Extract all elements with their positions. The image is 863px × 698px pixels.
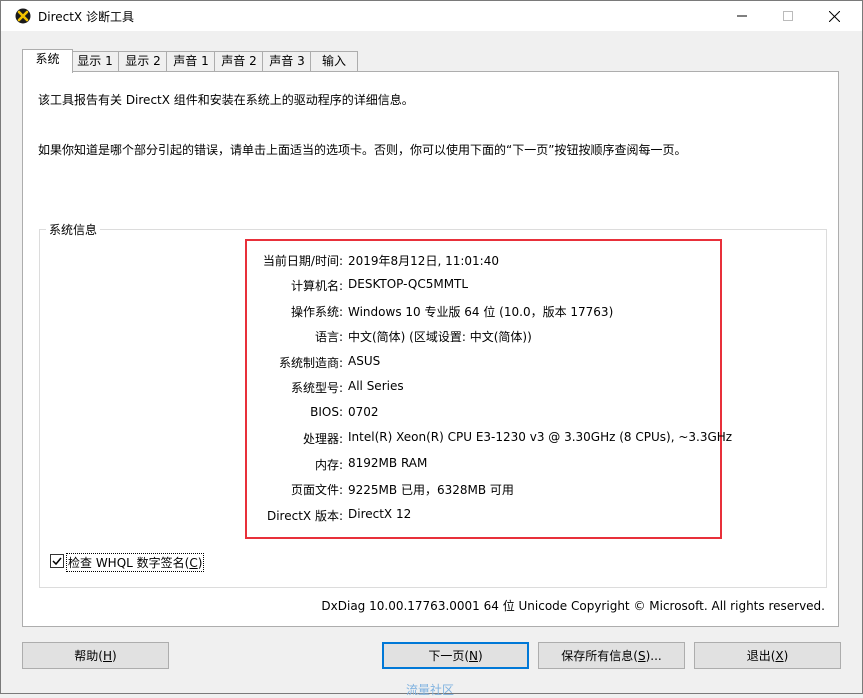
title-bar[interactable]: DirectX 诊断工具 <box>1 1 862 31</box>
window-title: DirectX 诊断工具 <box>38 10 134 24</box>
tab-sound-2[interactable]: 声音 2 <box>214 51 264 72</box>
directx-app-icon <box>15 8 31 24</box>
info-value: Windows 10 专业版 64 位 (10.0，版本 17763) <box>348 305 614 319</box>
system-tab-panel: 该工具报告有关 DirectX 组件和安装在系统上的驱动程序的详细信息。 如果你… <box>22 71 839 627</box>
save-all-info-button[interactable]: 保存所有信息(S)... <box>538 642 685 669</box>
minimize-icon <box>737 15 747 17</box>
info-label: 操作系统: <box>290 305 343 319</box>
tab-sound-3[interactable]: 声音 3 <box>262 51 312 72</box>
info-label: 语言: <box>314 330 343 344</box>
system-info-group-label: 系统信息 <box>46 221 101 238</box>
maximize-button[interactable] <box>765 1 811 31</box>
close-button[interactable] <box>811 1 857 31</box>
info-label: 内存: <box>314 458 343 472</box>
info-label: DirectX 版本: <box>266 509 343 523</box>
close-icon <box>828 10 840 22</box>
info-value: 2019年8月12日, 11:01:40 <box>348 254 499 268</box>
directx-diagnostic-window: DirectX 诊断工具 系统 显示 1 显示 2 声音 1 声音 2 声音 3… <box>0 0 863 697</box>
info-value: 9225MB 已用，6328MB 可用 <box>348 483 514 497</box>
info-value: ASUS <box>348 354 381 368</box>
tab-display-2[interactable]: 显示 2 <box>118 51 168 72</box>
whql-checkbox[interactable] <box>50 554 64 568</box>
info-label: 页面文件: <box>290 483 343 497</box>
intro-text-2: 如果你知道是哪个部分引起的错误，请单击上面适当的选项卡。否则，你可以使用下面的“… <box>38 143 687 157</box>
help-button[interactable]: 帮助(H) <box>22 642 169 669</box>
tab-input[interactable]: 输入 <box>310 51 358 72</box>
intro-text-1: 该工具报告有关 DirectX 组件和安装在系统上的驱动程序的详细信息。 <box>38 93 414 107</box>
dxdiag-version-info: DxDiag 10.00.17763.0001 64 位 Unicode Cop… <box>321 599 825 613</box>
info-label: 处理器: <box>302 432 343 446</box>
tab-sound-1[interactable]: 声音 1 <box>166 51 216 72</box>
tab-system[interactable]: 系统 <box>22 49 73 73</box>
info-value: 8192MB RAM <box>348 456 428 470</box>
whql-checkbox-label[interactable]: 检查 WHQL 数字签名(C) <box>66 553 205 572</box>
watermark-text: 流量社区 <box>406 683 455 697</box>
info-value: 0702 <box>348 405 379 419</box>
info-label: 当前日期/时间: <box>262 254 343 268</box>
tab-display-1[interactable]: 显示 1 <box>70 51 120 72</box>
minimize-button[interactable] <box>719 1 765 31</box>
info-value: 中文(简体) (区域设置: 中文(简体)) <box>348 330 532 344</box>
info-value: DirectX 12 <box>348 507 412 521</box>
info-value: Intel(R) Xeon(R) CPU E3-1230 v3 @ 3.30GH… <box>348 430 733 444</box>
system-info-highlight: 当前日期/时间: 2019年8月12日, 11:01:40 计算机名: DESK… <box>245 239 732 539</box>
info-label: 系统制造商: <box>278 356 343 370</box>
info-label: BIOS: <box>310 405 343 419</box>
info-value: All Series <box>348 379 404 393</box>
checkmark-icon <box>52 557 62 566</box>
info-value: DESKTOP-QC5MMTL <box>348 277 469 291</box>
exit-button[interactable]: 退出(X) <box>694 642 841 669</box>
info-label: 计算机名: <box>290 279 343 293</box>
info-label: 系统型号: <box>290 381 343 395</box>
maximize-icon <box>783 11 793 21</box>
next-page-button[interactable]: 下一页(N) <box>382 642 529 669</box>
